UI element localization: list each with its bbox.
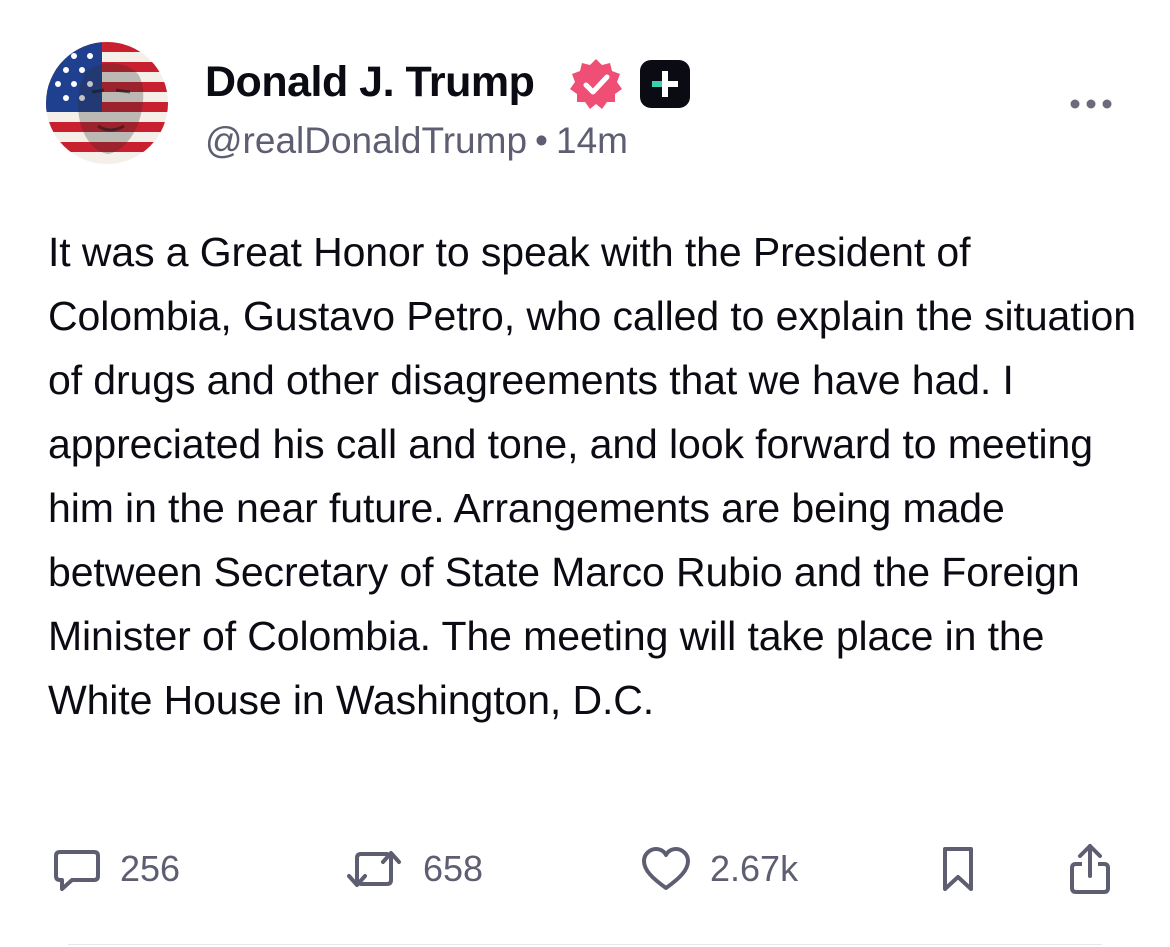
share-button[interactable]	[1068, 834, 1112, 904]
reply-icon	[54, 850, 100, 891]
repost-icon	[347, 851, 401, 887]
verified-badge-icon	[570, 59, 622, 109]
bottom-divider	[68, 944, 1102, 945]
author-handle[interactable]: @realDonaldTrump	[205, 120, 527, 161]
flag-avatar-icon	[46, 42, 168, 164]
like-count: 2.67k	[710, 848, 799, 889]
separator-dot: •	[535, 120, 549, 161]
more-options-icon[interactable]	[1067, 92, 1115, 116]
repost-count: 658	[423, 848, 484, 889]
bookmark-button[interactable]	[940, 834, 976, 904]
post-actions-bar: 256 658 2.67k	[0, 834, 1170, 904]
repost-button[interactable]: 658	[343, 834, 483, 904]
share-icon	[1070, 844, 1110, 894]
post-card: Donald J. Trump @realDonaldTrump • 14m It …	[0, 0, 1170, 947]
like-button[interactable]: 2.67k	[640, 834, 798, 904]
reply-button[interactable]: 256	[52, 834, 180, 904]
avatar[interactable]	[46, 42, 168, 164]
plus-badge-icon	[640, 60, 690, 108]
reply-count: 256	[120, 848, 181, 889]
post-timestamp[interactable]: 14m	[556, 120, 628, 161]
post-text: It was a Great Honor to speak with the P…	[48, 229, 1136, 723]
author-display-name[interactable]: Donald J. Trump	[205, 56, 535, 108]
author-handle-line: @realDonaldTrump • 14m	[205, 118, 628, 164]
heart-icon	[642, 847, 690, 890]
bookmark-icon	[943, 847, 973, 891]
